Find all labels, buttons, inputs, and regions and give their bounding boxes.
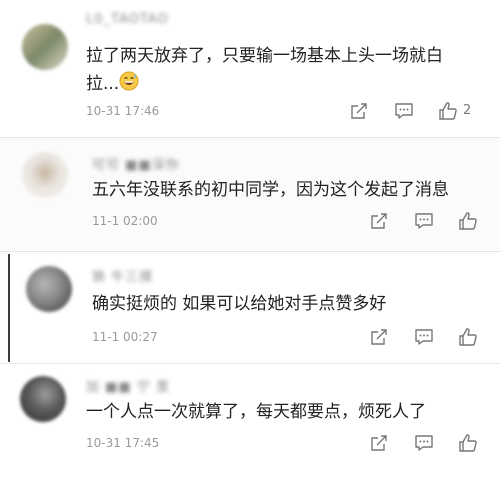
comment-text-line: 拉...: [86, 70, 443, 100]
thumbs-up-icon: [439, 102, 457, 120]
share-icon: [371, 213, 387, 229]
username[interactable]: 可可 ■■深你: [92, 154, 180, 173]
username[interactable]: 狼 牛三摸: [92, 266, 153, 285]
comment-item: 可可 ■■深你 五六年没联系的初中同学，因为这个发起了消息 11-1 02:00: [0, 138, 500, 250]
comment-time: 11-1 02:00: [92, 214, 158, 228]
avatar[interactable]: [20, 376, 66, 422]
comment-item: 狼 牛三摸 确实挺烦的 如果可以给她对手点赞多好 11-1 00:27: [0, 252, 500, 364]
comment-time: 10-31 17:46: [86, 104, 160, 118]
like-count: 2: [463, 103, 472, 118]
avatar[interactable]: [26, 266, 72, 312]
thumbs-up-icon: [459, 434, 477, 452]
comment-icon: [415, 213, 433, 229]
share-button[interactable]: [368, 432, 390, 454]
avatar[interactable]: [22, 152, 68, 198]
share-button[interactable]: [368, 326, 390, 348]
highlight-bar: [8, 254, 10, 362]
comment-time: 11-1 00:27: [92, 330, 158, 344]
comment-icon: [415, 435, 433, 451]
grinning-sweat-emoji: [119, 71, 139, 100]
reply-button[interactable]: [393, 100, 415, 122]
reply-button[interactable]: [413, 210, 435, 232]
comment-text: 确实挺烦的 如果可以给她对手点赞多好: [92, 294, 387, 314]
comment-text-line: 拉了两天放弃了，只要输一场基本上头一场就白: [86, 46, 443, 66]
share-icon: [371, 435, 387, 451]
comment-icon: [415, 329, 433, 345]
reply-button[interactable]: [413, 432, 435, 454]
comment-text: 拉了两天放弃了，只要输一场基本上头一场就白 拉...: [86, 42, 443, 100]
reply-button[interactable]: [413, 326, 435, 348]
username[interactable]: L0_TAOTAO: [86, 12, 169, 27]
thumbs-up-icon: [459, 328, 477, 346]
thumbs-up-icon: [459, 212, 477, 230]
username[interactable]: 加 ■■ 宁 里: [86, 376, 170, 395]
share-icon: [351, 103, 367, 119]
share-button[interactable]: [368, 210, 390, 232]
comment-text: 一个人点一次就算了，每天都要点，烦死人了: [86, 402, 426, 422]
comment-time: 10-31 17:45: [86, 436, 160, 450]
like-button[interactable]: [457, 210, 479, 232]
like-button[interactable]: [437, 100, 459, 122]
like-button[interactable]: [457, 326, 479, 348]
comment-item: 加 ■■ 宁 里 一个人点一次就算了，每天都要点，烦死人了 10-31 17:4…: [0, 364, 500, 477]
comment-item: L0_TAOTAO 拉了两天放弃了，只要输一场基本上头一场就白 拉... 10-…: [0, 0, 500, 138]
avatar[interactable]: [22, 24, 68, 70]
comment-text: 五六年没联系的初中同学，因为这个发起了消息: [92, 180, 449, 200]
comment-icon: [395, 103, 413, 119]
share-icon: [371, 329, 387, 345]
share-button[interactable]: [348, 100, 370, 122]
like-button[interactable]: [457, 432, 479, 454]
